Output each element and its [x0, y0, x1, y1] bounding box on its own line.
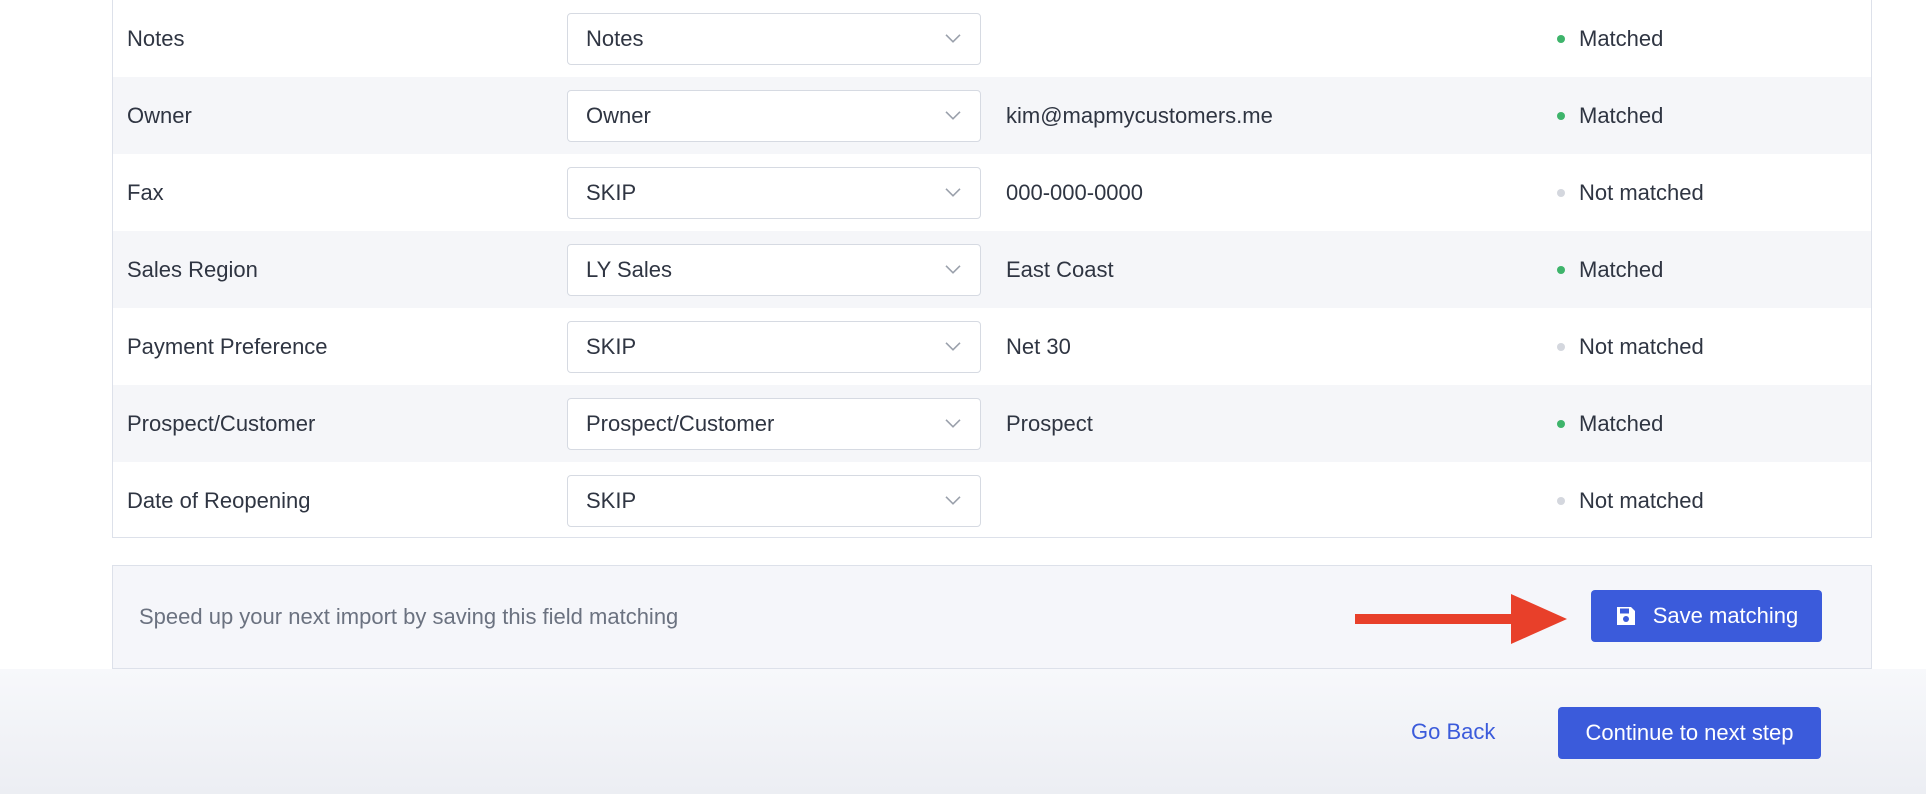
status-dot: [1557, 265, 1565, 274]
field-mapping-select[interactable]: SKIP: [567, 320, 981, 373]
status-dot: [1557, 342, 1565, 351]
table-row: Payment Preference SKIP Net 30 Not match…: [113, 308, 1871, 385]
table-row: Owner Owner kim@mapmycustomers.me Matche…: [113, 77, 1871, 154]
sample-value: kim@mapmycustomers.me: [1006, 102, 1273, 128]
status-label: Matched: [1579, 410, 1664, 436]
status-label: Not matched: [1579, 487, 1704, 513]
select-value: Owner: [586, 102, 651, 128]
chevron-down-icon: [945, 187, 961, 197]
field-name: Notes: [127, 25, 185, 51]
match-status: Matched: [1557, 411, 1663, 437]
status-label: Not matched: [1579, 333, 1704, 359]
select-value: Notes: [586, 25, 644, 51]
field-mapping-select[interactable]: Notes: [567, 12, 981, 65]
select-value: LY Sales: [586, 256, 673, 282]
field-name: Owner: [127, 102, 192, 128]
chevron-down-icon: [945, 418, 961, 428]
status-dot: [1557, 111, 1565, 120]
continue-button[interactable]: Continue to next step: [1558, 707, 1821, 759]
field-name: Date of Reopening: [127, 487, 311, 513]
status-label: Matched: [1579, 256, 1664, 282]
select-value: SKIP: [586, 333, 637, 359]
field-name: Prospect/Customer: [127, 410, 316, 436]
chevron-down-icon: [945, 264, 961, 274]
save-hint-text: Speed up your next import by saving this…: [139, 604, 679, 629]
field-matching-table: Notes Notes Matched Owner Owner kim@mapm…: [112, 0, 1872, 538]
status-dot: [1557, 188, 1565, 197]
go-back-link[interactable]: Go Back: [1411, 719, 1495, 745]
continue-label: Continue to next step: [1585, 720, 1794, 745]
table-row: Notes Notes Matched: [113, 0, 1871, 77]
red-arrow-icon: [1355, 594, 1567, 644]
field-mapping-select[interactable]: Owner: [567, 89, 981, 142]
field-mapping-select[interactable]: LY Sales: [567, 243, 981, 296]
status-dot: [1557, 419, 1565, 428]
chevron-down-icon: [945, 110, 961, 120]
sample-value: 000-000-0000: [1006, 179, 1144, 205]
table-row: Prospect/Customer Prospect/Customer Pros…: [113, 385, 1871, 462]
match-status: Matched: [1557, 103, 1663, 129]
sample-value: East Coast: [1006, 256, 1114, 282]
field-name: Payment Preference: [127, 333, 328, 359]
status-dot: [1557, 496, 1565, 505]
field-mapping-select[interactable]: SKIP: [567, 474, 981, 527]
status-label: Matched: [1579, 25, 1664, 51]
select-value: SKIP: [586, 487, 637, 513]
field-mapping-select[interactable]: Prospect/Customer: [567, 397, 981, 450]
chevron-down-icon: [945, 495, 961, 505]
status-dot: [1557, 34, 1565, 43]
import-field-matching-page: Notes Notes Matched Owner Owner kim@mapm…: [0, 0, 1926, 794]
field-name: Sales Region: [127, 256, 258, 282]
table-row: Date of Reopening SKIP Not matched: [113, 462, 1871, 539]
save-matching-label: Save matching: [1652, 603, 1799, 628]
chevron-down-icon: [945, 341, 961, 351]
field-name: Fax: [127, 179, 164, 205]
save-matching-bar: Speed up your next import by saving this…: [112, 565, 1872, 669]
status-label: Matched: [1579, 102, 1664, 128]
sample-value: Net 30: [1006, 333, 1071, 359]
field-mapping-select[interactable]: SKIP: [567, 166, 981, 219]
match-status: Matched: [1557, 26, 1663, 52]
chevron-down-icon: [945, 33, 961, 43]
status-label: Not matched: [1579, 179, 1704, 205]
save-matching-button[interactable]: Save matching: [1591, 590, 1822, 642]
match-status: Not matched: [1557, 488, 1704, 514]
floppy-disk-icon: [1616, 607, 1635, 625]
match-status: Not matched: [1557, 334, 1704, 360]
sample-value: Prospect: [1006, 410, 1093, 436]
match-status: Not matched: [1557, 180, 1704, 206]
wizard-footer: Go Back Continue to next step: [0, 669, 1926, 794]
table-row: Fax SKIP 000-000-0000 Not matched: [113, 154, 1871, 231]
table-row: Sales Region LY Sales East Coast Matched: [113, 231, 1871, 308]
select-value: Prospect/Customer: [586, 410, 775, 436]
select-value: SKIP: [586, 179, 637, 205]
match-status: Matched: [1557, 257, 1663, 283]
